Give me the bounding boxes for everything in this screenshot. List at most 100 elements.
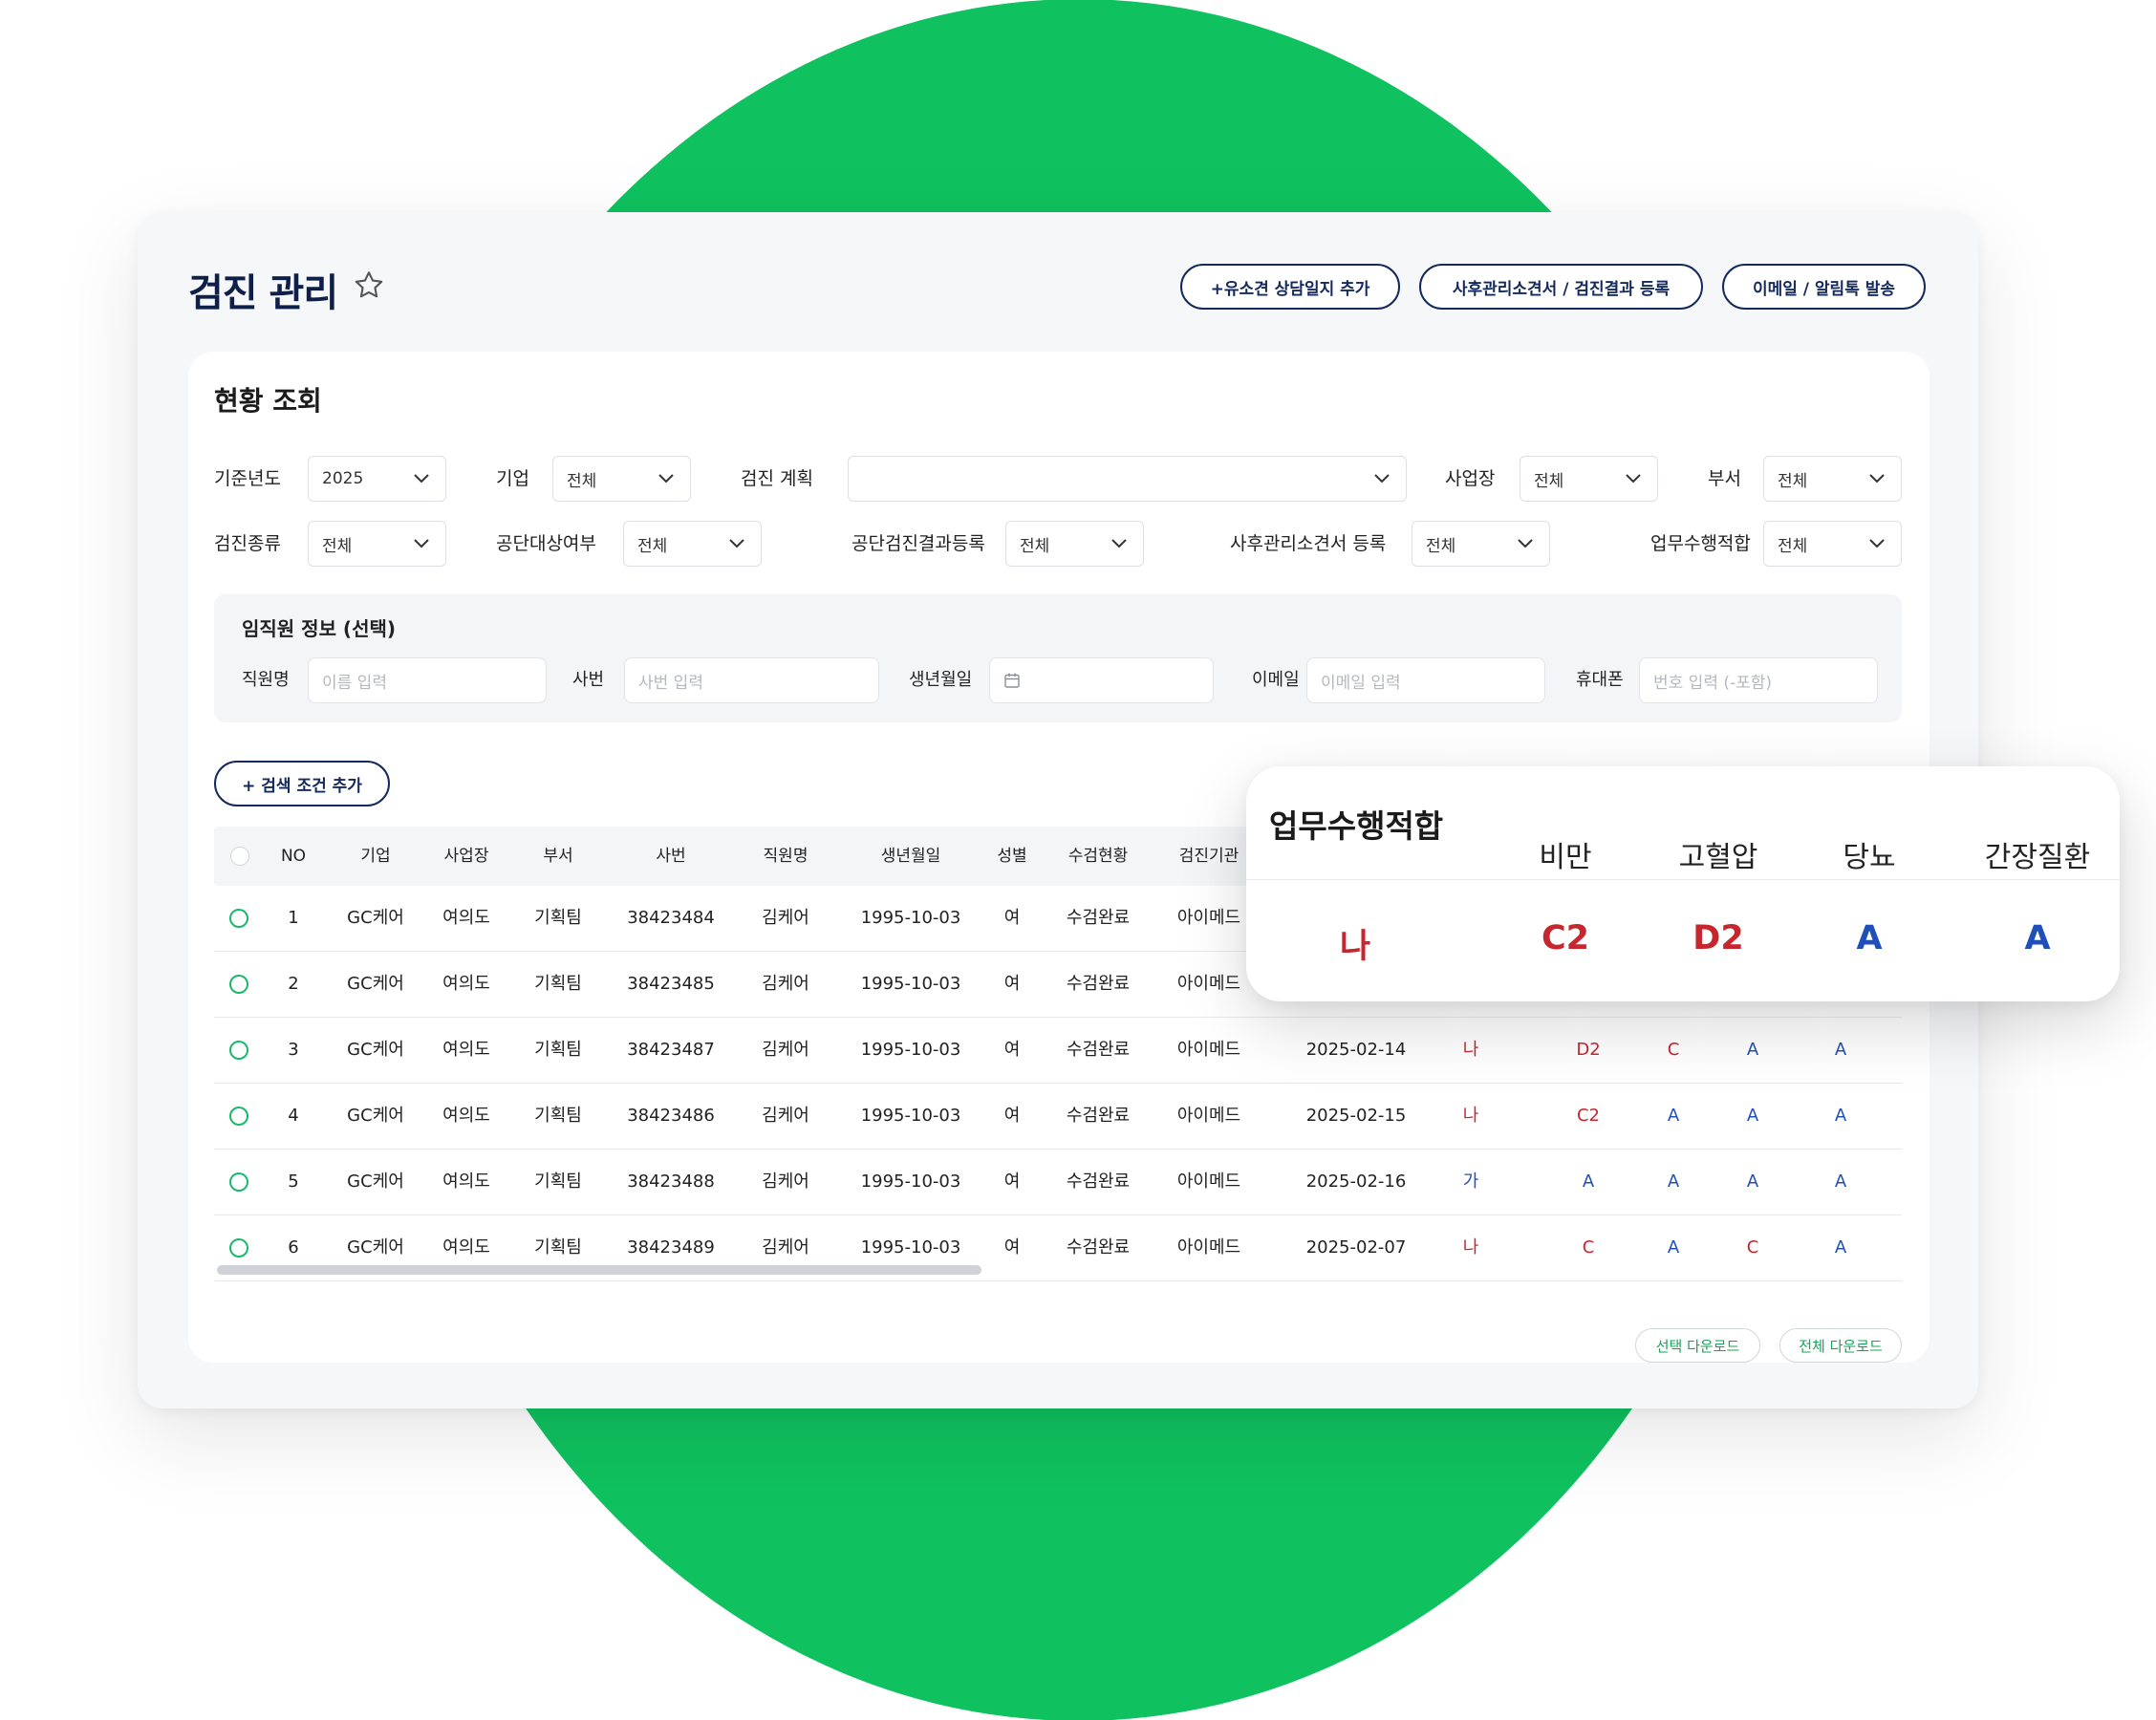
cell-company: GC케어: [347, 1040, 404, 1060]
cell-liver: A: [1834, 1040, 1847, 1060]
cell-diabetes: A: [1746, 1106, 1759, 1126]
cell-org: 아이메드: [1176, 1172, 1241, 1192]
cell-diabetes: A: [1746, 1040, 1759, 1060]
col-org: 검진기관: [1178, 847, 1240, 866]
cell-fitness: 가: [1462, 1172, 1479, 1192]
cell-name: 김케어: [762, 1106, 809, 1126]
birth-date-input[interactable]: [989, 657, 1214, 703]
dept-select[interactable]: 전체: [1763, 456, 1902, 502]
birth-date-label: 생년월일: [909, 670, 973, 690]
popup-col-diabetes: 당뇨: [1843, 841, 1896, 874]
checkup-type-select[interactable]: 전체: [308, 521, 446, 567]
chevron-down-icon: [1869, 539, 1885, 548]
company-select[interactable]: 전체: [552, 456, 691, 502]
employee-name-label: 직원명: [242, 670, 290, 690]
cell-date: 2025-02-16: [1305, 1172, 1407, 1192]
fitness-label: 업무수행적합: [1650, 533, 1751, 554]
popup-col-liver: 간장질환: [1984, 841, 2091, 874]
nhis-result-select[interactable]: 전체: [1005, 521, 1144, 567]
nhis-target-select[interactable]: 전체: [623, 521, 762, 567]
popup-divider: [1246, 879, 2120, 880]
table-row[interactable]: 5 GC케어 여의도 기획팀 38423488 김케어 1995-10-03 여 수검완료 아이메…: [214, 1150, 1902, 1215]
phone-input[interactable]: 번호 입력 (-포함): [1639, 657, 1878, 703]
cell-dept: 기획팀: [534, 1172, 582, 1192]
employee-no-input[interactable]: 사번 입력: [624, 657, 879, 703]
row-select-radio[interactable]: [229, 909, 248, 928]
cell-org: 아이메드: [1176, 1040, 1241, 1060]
employee-info-panel: 임직원 정보 (선택) 직원명 이름 입력 사번 사번 입력 생년월일 이메일 …: [214, 594, 1902, 722]
fitness-select[interactable]: 전체: [1763, 521, 1902, 567]
col-name: 직원명: [763, 847, 808, 866]
cell-gender: 여: [1003, 1040, 1021, 1060]
cell-obesity: A: [1582, 1172, 1595, 1192]
cell-name: 김케어: [762, 1040, 809, 1060]
header-actions: +유소견 상담일지 추가 사후관리소견서 / 검진결과 등록 이메일 / 알림톡…: [1180, 264, 1926, 310]
checkup-type-label: 검진종류: [214, 533, 281, 554]
download-all-button[interactable]: 전체 다운로드: [1779, 1328, 1902, 1363]
nhis-result-label: 공단검진결과등록: [852, 533, 985, 554]
table-row[interactable]: 3 GC케어 여의도 기획팀 38423487 김케어 1995-10-03 여 수검완료 아이메…: [214, 1018, 1902, 1084]
cell-liver: A: [1834, 1172, 1847, 1192]
cell-site: 여의도: [442, 908, 490, 928]
cell-no: 5: [288, 1172, 299, 1192]
row-select-radio[interactable]: [229, 1041, 248, 1060]
cell-status: 수검완료: [1066, 1172, 1131, 1192]
cell-diabetes: C: [1746, 1237, 1759, 1258]
cell-fitness: 나: [1462, 1040, 1479, 1060]
cell-birth: 1995-10-03: [860, 1040, 961, 1060]
table-row[interactable]: 4 GC케어 여의도 기획팀 38423486 김케어 1995-10-03 여 수검완료 아이메…: [214, 1084, 1902, 1150]
cell-site: 여의도: [442, 1172, 490, 1192]
cell-bp: A: [1667, 1237, 1680, 1258]
star-icon[interactable]: [352, 269, 386, 303]
cell-emp-no: 38423486: [627, 1106, 715, 1126]
cell-no: 4: [288, 1106, 299, 1126]
chevron-down-icon: [1518, 539, 1533, 548]
email-input[interactable]: 이메일 입력: [1306, 657, 1545, 703]
cell-emp-no: 38423487: [627, 1040, 715, 1060]
download-selected-button[interactable]: 선택 다운로드: [1635, 1328, 1760, 1363]
cell-gender: 여: [1003, 974, 1021, 994]
row-select-radio[interactable]: [229, 975, 248, 994]
cell-status: 수검완료: [1066, 908, 1131, 928]
chevron-down-icon: [729, 539, 744, 548]
year-select[interactable]: 2025: [308, 456, 446, 502]
chevron-down-icon: [1626, 474, 1641, 484]
followup-reg-select[interactable]: 전체: [1412, 521, 1550, 567]
row-select-radio[interactable]: [229, 1172, 248, 1192]
employee-info-title: 임직원 정보 (선택): [242, 617, 397, 640]
cell-fitness: 나: [1462, 1237, 1479, 1258]
followup-reg-label: 사후관리소견서 등록: [1230, 533, 1387, 554]
horizontal-scrollbar[interactable]: [217, 1265, 981, 1275]
cell-fitness: 나: [1462, 1106, 1479, 1126]
cell-gender: 여: [1003, 1237, 1021, 1258]
site-select[interactable]: 전체: [1520, 456, 1658, 502]
cell-dept: 기획팀: [534, 908, 582, 928]
employee-name-input[interactable]: 이름 입력: [308, 657, 547, 703]
col-emp-no: 사번: [656, 847, 686, 866]
add-consult-log-button[interactable]: +유소견 상담일지 추가: [1180, 264, 1400, 310]
send-notification-button[interactable]: 이메일 / 알림톡 발송: [1722, 264, 1926, 310]
cell-bp: A: [1667, 1106, 1680, 1126]
cell-company: GC케어: [347, 908, 404, 928]
cell-liver: A: [1834, 1237, 1847, 1258]
popup-fitness-label: 업무수행적합: [1269, 807, 1444, 845]
row-select-radio[interactable]: [229, 1107, 248, 1126]
cell-emp-no: 38423484: [627, 908, 715, 928]
plan-select[interactable]: [848, 456, 1407, 502]
dept-label: 부서: [1708, 468, 1741, 489]
cell-date: 2025-02-14: [1305, 1040, 1407, 1060]
select-all-radio[interactable]: [230, 847, 249, 866]
row-select-radio[interactable]: [229, 1238, 248, 1258]
col-birth: 생년월일: [880, 847, 941, 866]
cell-no: 2: [288, 974, 299, 994]
cell-no: 1: [288, 908, 299, 928]
register-results-button[interactable]: 사후관리소견서 / 검진결과 등록: [1419, 264, 1703, 310]
chevron-down-icon: [414, 539, 429, 548]
year-label: 기준년도: [214, 468, 281, 489]
cell-company: GC케어: [347, 1172, 404, 1192]
col-gender: 성별: [997, 847, 1027, 866]
cell-dept: 기획팀: [534, 1040, 582, 1060]
add-search-condition-button[interactable]: + 검색 조건 추가: [214, 761, 390, 806]
cell-site: 여의도: [442, 974, 490, 994]
cell-date: 2025-02-07: [1305, 1237, 1407, 1258]
